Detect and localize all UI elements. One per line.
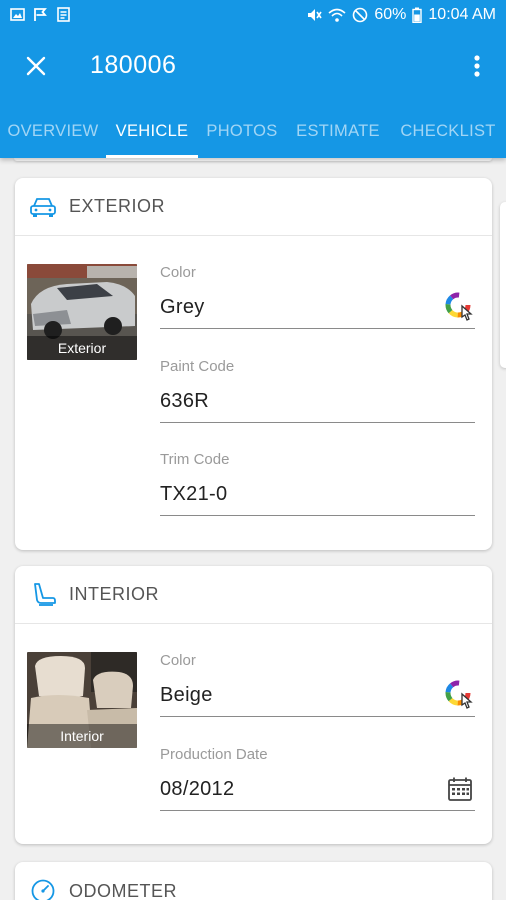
tab-bar: OVERVIEW VEHICLE PHOTOS ESTIMATE CHECKLI… [0, 104, 506, 158]
tab-estimate[interactable]: ESTIMATE [286, 104, 390, 158]
car-seat-icon [29, 581, 57, 609]
interior-header: INTERIOR [15, 566, 492, 624]
page-title: 180006 [90, 51, 177, 79]
interior-title: INTERIOR [69, 584, 160, 604]
status-notification-icons [10, 7, 71, 22]
status-system-icons: 60% 10:04 AM [306, 6, 496, 24]
trim-code-underline [160, 515, 475, 516]
exterior-photo[interactable]: Exterior [27, 264, 137, 360]
battery-icon [412, 7, 423, 23]
exterior-photo-caption: Exterior [27, 336, 137, 360]
more-vertical-icon [474, 54, 480, 82]
gallery-icon [10, 7, 25, 22]
wifi-icon [328, 7, 346, 23]
tab-checklist[interactable]: CHECKLIST [390, 104, 506, 158]
exterior-color-label: Color [160, 264, 196, 281]
interior-color-underline [160, 716, 475, 717]
color-picker-icon[interactable] [445, 292, 475, 322]
side-card-edge [500, 202, 506, 368]
production-date-field[interactable]: Production Date 08/2012 [160, 746, 475, 811]
exterior-card: EXTERIOR Exterior Color Grey Paint Code … [15, 178, 492, 550]
calendar-icon[interactable] [445, 774, 475, 804]
battery-percent: 60% [374, 6, 407, 23]
close-button[interactable] [18, 50, 54, 86]
odometer-title: ODOMETER [69, 880, 178, 900]
interior-photo[interactable]: Interior [27, 652, 137, 748]
trim-code-value: TX21-0 [160, 483, 228, 505]
status-bar: 60% 10:04 AM [0, 0, 506, 32]
paint-code-value: 636R [160, 390, 210, 412]
odometer-header: ODOMETER [15, 862, 492, 900]
interior-card: INTERIOR Interior Color Beige Production… [15, 566, 492, 844]
trim-code-label: Trim Code [160, 451, 230, 468]
production-date-underline [160, 810, 475, 811]
exterior-color-field[interactable]: Color Grey [160, 264, 475, 329]
interior-color-field[interactable]: Color Beige [160, 652, 475, 717]
interior-color-value: Beige [160, 684, 213, 706]
flag-icon [33, 7, 48, 22]
more-options-button[interactable] [462, 50, 492, 86]
close-icon [26, 56, 46, 81]
exterior-header: EXTERIOR [15, 178, 492, 236]
toolbar: 180006 [0, 32, 506, 102]
tab-photos[interactable]: PHOTOS [198, 104, 286, 158]
interior-color-label: Color [160, 652, 196, 669]
do-not-disturb-icon [352, 7, 368, 23]
color-picker-icon[interactable] [445, 680, 475, 710]
tab-overview[interactable]: OVERVIEW [0, 104, 106, 158]
previous-card-edge [14, 158, 492, 161]
car-icon [29, 193, 57, 221]
paint-code-underline [160, 422, 475, 423]
app-bar: 60% 10:04 AM 180006 OVERVIEW VEHICLE PHO… [0, 0, 506, 158]
tab-vehicle[interactable]: VEHICLE [106, 104, 198, 158]
mute-icon [306, 7, 323, 23]
speedometer-icon [29, 877, 57, 900]
production-date-value: 08/2012 [160, 778, 235, 800]
paint-code-field[interactable]: Paint Code 636R [160, 358, 475, 423]
trim-code-field[interactable]: Trim Code TX21-0 [160, 451, 475, 516]
exterior-color-value: Grey [160, 296, 205, 318]
odometer-card: ODOMETER [15, 862, 492, 900]
production-date-label: Production Date [160, 746, 268, 763]
vehicle-content[interactable]: EXTERIOR Exterior Color Grey Paint Code … [0, 158, 506, 900]
clock: 10:04 AM [428, 6, 496, 23]
exterior-title: EXTERIOR [69, 196, 166, 216]
interior-photo-caption: Interior [27, 724, 137, 748]
paint-code-label: Paint Code [160, 358, 235, 375]
document-icon [56, 7, 71, 22]
exterior-color-underline [160, 328, 475, 329]
